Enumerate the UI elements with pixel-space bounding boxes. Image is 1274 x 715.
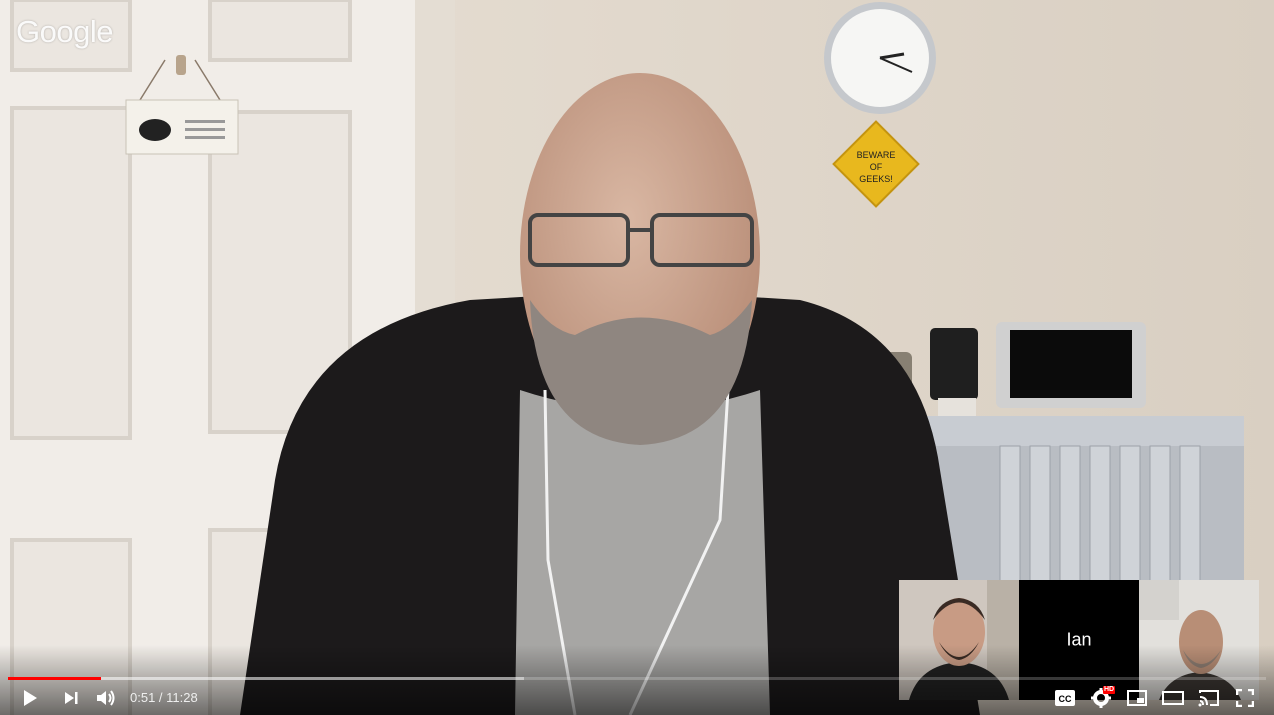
fullscreen-button[interactable] xyxy=(1227,681,1263,715)
cast-icon xyxy=(1198,690,1219,707)
miniplayer-button[interactable] xyxy=(1119,681,1155,715)
svg-text:OF: OF xyxy=(870,162,883,172)
subtitles-button[interactable]: CC xyxy=(1047,681,1083,715)
captions-icon: CC xyxy=(1055,690,1075,706)
google-watermark: Google xyxy=(16,14,113,49)
cast-button[interactable] xyxy=(1191,681,1227,715)
time-display: 0:51 / 11:28 xyxy=(130,690,198,705)
mute-button[interactable] xyxy=(88,681,124,715)
hd-badge: HD xyxy=(1103,686,1116,694)
settings-button[interactable]: HD xyxy=(1083,681,1119,715)
next-icon xyxy=(65,692,78,704)
control-bar: 0:51 / 11:28 CC HD xyxy=(0,681,1274,715)
theater-mode-icon xyxy=(1162,691,1184,705)
miniplayer-icon xyxy=(1127,690,1147,706)
play-button[interactable] xyxy=(12,681,48,715)
progress-bar[interactable] xyxy=(8,677,1266,680)
next-button[interactable] xyxy=(53,681,89,715)
theater-mode-button[interactable] xyxy=(1155,681,1191,715)
video-player[interactable]: BEWARE OF GEEKS! Google Ian 0:51 / 11:28… xyxy=(0,0,1274,715)
fullscreen-icon xyxy=(1236,689,1254,707)
wall-clock xyxy=(824,2,936,114)
progress-played xyxy=(8,677,102,680)
volume-icon xyxy=(97,690,115,706)
svg-text:GEEKS!: GEEKS! xyxy=(859,174,893,184)
svg-text:BEWARE: BEWARE xyxy=(857,150,896,160)
play-icon xyxy=(24,690,37,706)
svg-text:CC: CC xyxy=(1059,694,1072,704)
